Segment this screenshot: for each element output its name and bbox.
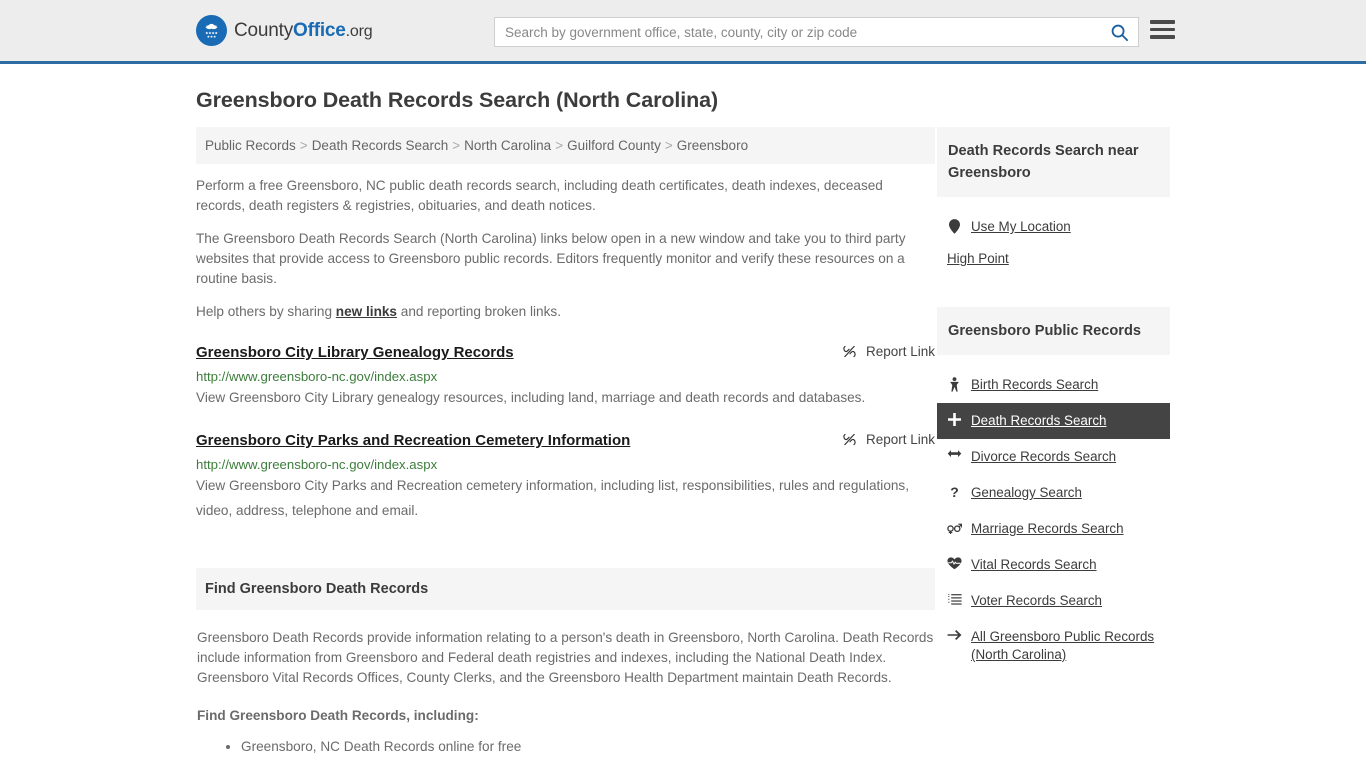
sidebar-near-heading: Death Records Search near Greensboro <box>937 127 1170 197</box>
find-records-body: Greensboro Death Records provide informa… <box>196 628 935 757</box>
sidebar-item-label: Genealogy Search <box>971 485 1082 500</box>
result-description: View Greensboro City Library genealogy r… <box>196 390 866 405</box>
list-item: Greensboro, NC Death Records online for … <box>241 736 934 757</box>
breadcrumb-item-0[interactable]: Public Records <box>205 138 296 153</box>
breadcrumb-separator: > <box>664 138 673 153</box>
nearby-city-label: High Point <box>947 251 1009 266</box>
arrow-right-icon <box>947 628 962 641</box>
site-logo-text: CountyOffice.org <box>234 19 373 42</box>
result-header: Greensboro City Parks and Recreation Cem… <box>196 432 935 450</box>
map-pin-icon <box>947 218 962 234</box>
intro-p3-after: and reporting broken links. <box>397 304 561 319</box>
sidebar-near-links: Use My Location High Point <box>937 197 1170 281</box>
search-input[interactable] <box>495 18 1100 46</box>
find-records-list: Greensboro, NC Death Records online for … <box>197 736 934 757</box>
result-url[interactable]: http://www.greensboro-nc.gov/index.aspx <box>196 457 935 472</box>
find-records-heading: Find Greensboro Death Records <box>196 568 935 610</box>
baby-icon <box>947 376 962 392</box>
sidebar-item-vital-records-search[interactable]: Vital Records Search <box>937 547 1170 583</box>
main-column: Public Records > Death Records Search > Nort… <box>196 127 935 761</box>
intro-paragraph-3: Help others by sharing new links and rep… <box>196 302 935 322</box>
sidebar-item-voter-records-search[interactable]: Voter Records Search <box>937 583 1170 619</box>
breadcrumb-item-1[interactable]: Death Records Search <box>312 138 449 153</box>
breadcrumb-item-3[interactable]: Guilford County <box>567 138 661 153</box>
page-container: Greensboro Death Records Search (North C… <box>0 88 1366 761</box>
content-columns: Public Records > Death Records Search > Nort… <box>196 127 1170 761</box>
hamburger-menu-icon[interactable] <box>1150 20 1175 39</box>
sidebar-item-use-my-location[interactable]: Use My Location <box>937 211 1170 243</box>
sidebar-item-all-public-records[interactable]: All Greensboro Public Records (North Car… <box>937 619 1170 673</box>
breadcrumb-separator: > <box>299 138 308 153</box>
sidebar-item-label: Birth Records Search <box>971 377 1099 392</box>
breadcrumb-separator: > <box>452 138 461 153</box>
site-header: CountyOffice.org <box>0 0 1366 64</box>
sidebar-public-records-heading: Greensboro Public Records <box>937 307 1170 355</box>
report-link-label: Report Link <box>865 432 935 447</box>
report-link-button[interactable]: Report Link <box>828 432 935 447</box>
broken-link-icon <box>843 345 856 358</box>
sidebar-public-records-nav: Birth Records Search Death Records Searc… <box>937 355 1170 673</box>
use-my-location-label: Use My Location <box>971 219 1071 234</box>
breadcrumb-item-4[interactable]: Greensboro <box>677 138 748 153</box>
report-link-button[interactable]: Report Link <box>828 344 935 359</box>
breadcrumb-item-2[interactable]: North Carolina <box>464 138 551 153</box>
result-title-link[interactable]: Greensboro City Library Genealogy Record… <box>196 344 514 362</box>
intro-paragraph-2: The Greensboro Death Records Search (Nor… <box>196 231 906 286</box>
search-button[interactable] <box>1100 18 1138 46</box>
hamburger-bar-2 <box>1150 27 1175 31</box>
sidebar-item-marriage-records-search[interactable]: Marriage Records Search <box>937 511 1170 547</box>
sidebar-item-label: Marriage Records Search <box>971 521 1124 536</box>
intro-p3-before: Help others by sharing <box>196 304 336 319</box>
new-links-link[interactable]: new links <box>336 304 397 319</box>
result-url[interactable]: http://www.greensboro-nc.gov/index.aspx <box>196 369 935 384</box>
sidebar-item-birth-records-search[interactable]: Birth Records Search <box>937 367 1170 403</box>
heartbeat-icon <box>947 556 962 570</box>
sidebar-item-label: Divorce Records Search <box>971 449 1117 464</box>
result-item: Greensboro City Library Genealogy Record… <box>196 344 935 410</box>
result-header: Greensboro City Library Genealogy Record… <box>196 344 935 362</box>
intro-paragraph-1: Perform a free Greensboro, NC public dea… <box>196 178 883 213</box>
intro-text: Perform a free Greensboro, NC public dea… <box>196 176 935 322</box>
sidebar-public-records-block: Greensboro Public Records Birth Records … <box>937 307 1170 673</box>
logo-text-office: Office <box>293 19 346 41</box>
result-description: View Greensboro City Parks and Recreatio… <box>196 478 910 518</box>
male-female-icon <box>947 520 962 534</box>
eagle-seal-icon <box>196 15 227 46</box>
hamburger-bar-3 <box>1150 35 1175 39</box>
ordered-list-icon <box>947 592 962 606</box>
sidebar-item-label: All Greensboro Public Records (North Car… <box>971 629 1155 662</box>
sidebar-item-label: Vital Records Search <box>971 557 1097 572</box>
logo-text-county: County <box>234 19 294 41</box>
question-mark-icon: ? <box>950 484 959 500</box>
sidebar-item-high-point[interactable]: High Point <box>937 243 1170 275</box>
cross-plus-icon <box>947 412 962 426</box>
logo-text-org: .org <box>345 22 373 40</box>
result-title-link[interactable]: Greensboro City Parks and Recreation Cem… <box>196 432 630 450</box>
result-item: Greensboro City Parks and Recreation Cem… <box>196 432 935 523</box>
left-right-arrow-icon <box>947 448 962 460</box>
sidebar-item-death-records-search[interactable]: Death Records Search <box>937 403 1170 439</box>
sidebar: Death Records Search near Greensboro Use… <box>937 127 1170 673</box>
search-icon <box>1111 24 1128 41</box>
breadcrumb-separator: > <box>555 138 564 153</box>
breadcrumb: Public Records > Death Records Search > Nort… <box>196 127 935 164</box>
hamburger-bar-1 <box>1150 20 1175 24</box>
search-bar <box>494 17 1139 47</box>
sidebar-item-genealogy-search[interactable]: ? Genealogy Search <box>937 475 1170 511</box>
sidebar-item-divorce-records-search[interactable]: Divorce Records Search <box>937 439 1170 475</box>
sidebar-item-label: Voter Records Search <box>971 593 1102 608</box>
page-title: Greensboro Death Records Search (North C… <box>196 88 719 112</box>
report-link-label: Report Link <box>865 344 935 359</box>
sidebar-item-label: Death Records Search <box>971 413 1107 428</box>
broken-link-icon <box>843 433 856 446</box>
site-logo[interactable]: CountyOffice.org <box>196 15 373 46</box>
find-records-paragraph: Greensboro Death Records provide informa… <box>197 630 934 685</box>
find-records-subheading: Find Greensboro Death Records, including… <box>197 708 479 723</box>
